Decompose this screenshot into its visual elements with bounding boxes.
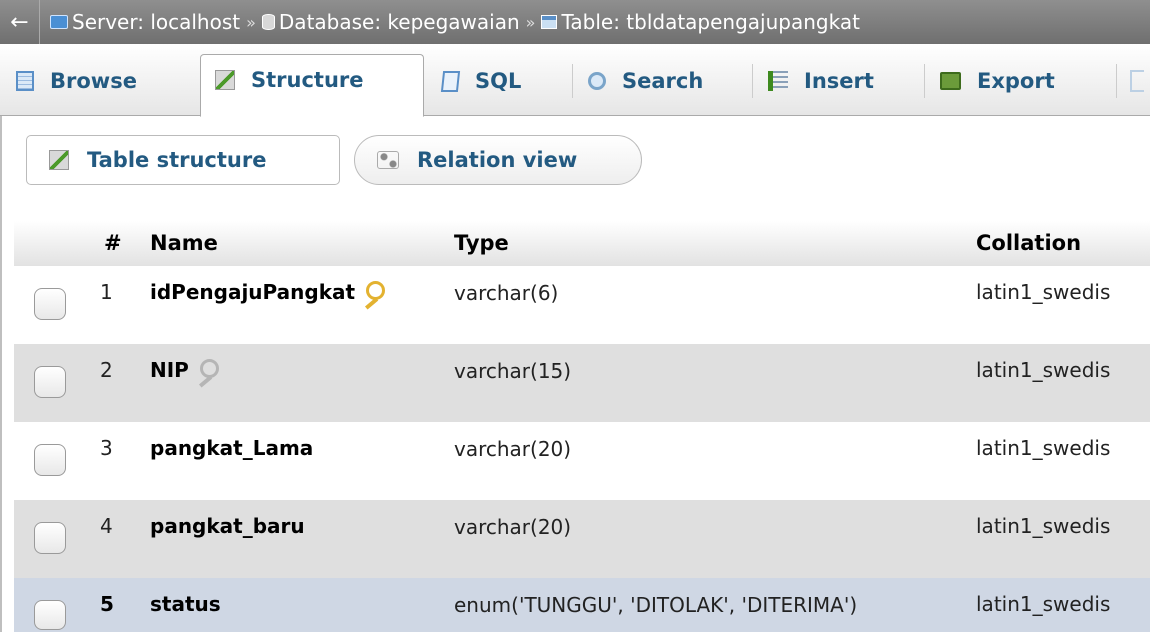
tab-export-label: Export bbox=[977, 69, 1055, 93]
search-icon bbox=[588, 72, 606, 90]
tab-browse[interactable]: Browse bbox=[2, 56, 198, 106]
database-icon bbox=[261, 14, 275, 30]
server-icon bbox=[50, 15, 68, 29]
relation-view-button[interactable]: Relation view bbox=[354, 135, 642, 185]
column-type: enum('TUNGGU', 'DITOLAK', 'DITERIMA') bbox=[454, 593, 858, 617]
tab-sql-label: SQL bbox=[475, 69, 522, 93]
column-name-label: status bbox=[150, 592, 221, 616]
column-name: NIP bbox=[150, 358, 219, 382]
table-row: 3 pangkat_Lama varchar(20) latin1_swedis bbox=[14, 422, 1150, 500]
breadcrumb-server-label: Server: localhost bbox=[72, 10, 241, 34]
tab-divider bbox=[752, 64, 753, 98]
column-name: pangkat_baru bbox=[150, 514, 305, 538]
breadcrumb-separator: » bbox=[525, 12, 536, 32]
table-structure-label: Table structure bbox=[87, 148, 267, 172]
tab-browse-label: Browse bbox=[50, 69, 137, 93]
breadcrumb: ← Server: localhost » Database: kepegawa… bbox=[0, 0, 1150, 44]
row-checkbox[interactable] bbox=[34, 288, 66, 320]
breadcrumb-table-label: Table: tbldatapengajupangkat bbox=[561, 10, 860, 34]
index-key-icon bbox=[195, 359, 219, 381]
tab-bar: Browse Structure SQL Search Insert Expor… bbox=[0, 44, 1150, 117]
table-row: 2 NIP varchar(15) latin1_swedis bbox=[14, 344, 1150, 422]
tab-more[interactable] bbox=[1122, 56, 1150, 106]
tab-search[interactable]: Search bbox=[574, 56, 752, 106]
structure-subnav: Table structure Relation view bbox=[26, 135, 642, 187]
tab-divider bbox=[572, 64, 573, 98]
column-name: idPengajuPangkat bbox=[150, 280, 386, 304]
table-header: # Name Type Collation bbox=[14, 221, 1150, 266]
browse-icon bbox=[16, 71, 34, 91]
relation-view-label: Relation view bbox=[417, 148, 578, 172]
breadcrumb-table[interactable]: Table: tbldatapengajupangkat bbox=[541, 10, 860, 34]
back-arrow-icon[interactable]: ← bbox=[0, 0, 40, 44]
column-collation: latin1_swedis bbox=[976, 514, 1111, 538]
column-collation: latin1_swedis bbox=[976, 358, 1111, 382]
row-number: 1 bbox=[100, 280, 113, 304]
column-name-label: pangkat_Lama bbox=[150, 436, 314, 460]
tab-structure-label: Structure bbox=[251, 67, 364, 92]
tab-export[interactable]: Export bbox=[926, 56, 1116, 106]
column-name: pangkat_Lama bbox=[150, 436, 313, 460]
column-collation: latin1_swedis bbox=[976, 592, 1111, 616]
row-number: 5 bbox=[100, 592, 114, 616]
column-header-collation[interactable]: Collation bbox=[976, 231, 1081, 255]
column-type: varchar(6) bbox=[454, 281, 559, 305]
row-checkbox[interactable] bbox=[34, 444, 66, 476]
row-checkbox[interactable] bbox=[34, 366, 66, 398]
row-number: 2 bbox=[100, 358, 113, 382]
table-icon bbox=[541, 15, 558, 29]
table-row: 1 idPengajuPangkat varchar(6) latin1_swe… bbox=[14, 266, 1150, 344]
structure-icon bbox=[49, 150, 69, 170]
sql-icon bbox=[440, 70, 461, 92]
row-number: 4 bbox=[100, 514, 113, 538]
column-header-name[interactable]: Name bbox=[150, 231, 218, 255]
column-type: varchar(15) bbox=[454, 359, 572, 383]
export-icon bbox=[940, 72, 961, 90]
tab-divider bbox=[924, 64, 925, 98]
tab-insert[interactable]: Insert bbox=[754, 56, 924, 106]
structure-icon bbox=[215, 69, 235, 90]
tab-structure[interactable]: Structure bbox=[200, 54, 424, 117]
column-header-type[interactable]: Type bbox=[454, 231, 509, 255]
insert-icon bbox=[768, 71, 788, 91]
left-border bbox=[0, 116, 2, 632]
column-collation: latin1_swedis bbox=[976, 280, 1111, 304]
tab-search-label: Search bbox=[622, 69, 704, 93]
breadcrumb-server[interactable]: Server: localhost bbox=[50, 10, 240, 34]
primary-key-icon bbox=[361, 281, 386, 303]
row-checkbox[interactable] bbox=[34, 600, 66, 630]
column-type: varchar(20) bbox=[454, 437, 572, 461]
tab-insert-label: Insert bbox=[804, 69, 874, 93]
row-number: 3 bbox=[100, 436, 113, 460]
more-tabs-icon bbox=[1130, 70, 1144, 92]
column-collation: latin1_swedis bbox=[976, 436, 1111, 460]
column-name-label: NIP bbox=[150, 358, 189, 382]
tab-sql[interactable]: SQL bbox=[428, 56, 570, 106]
column-name-label: idPengajuPangkat bbox=[150, 280, 356, 304]
table-row: 5 status enum('TUNGGU', 'DITOLAK', 'DITE… bbox=[14, 578, 1150, 632]
row-checkbox[interactable] bbox=[34, 522, 66, 554]
table-row: 4 pangkat_baru varchar(20) latin1_swedis bbox=[14, 500, 1150, 578]
breadcrumb-database[interactable]: Database: kepegawaian bbox=[261, 10, 520, 34]
tab-divider bbox=[1116, 64, 1117, 98]
relation-icon bbox=[377, 151, 399, 169]
breadcrumb-database-label: Database: kepegawaian bbox=[278, 10, 520, 34]
column-header-number: # bbox=[104, 231, 122, 255]
column-name-label: pangkat_baru bbox=[150, 514, 305, 538]
column-type: varchar(20) bbox=[454, 515, 572, 539]
table-structure-button[interactable]: Table structure bbox=[26, 135, 340, 185]
column-name: status bbox=[150, 592, 221, 616]
breadcrumb-separator: » bbox=[246, 12, 256, 32]
